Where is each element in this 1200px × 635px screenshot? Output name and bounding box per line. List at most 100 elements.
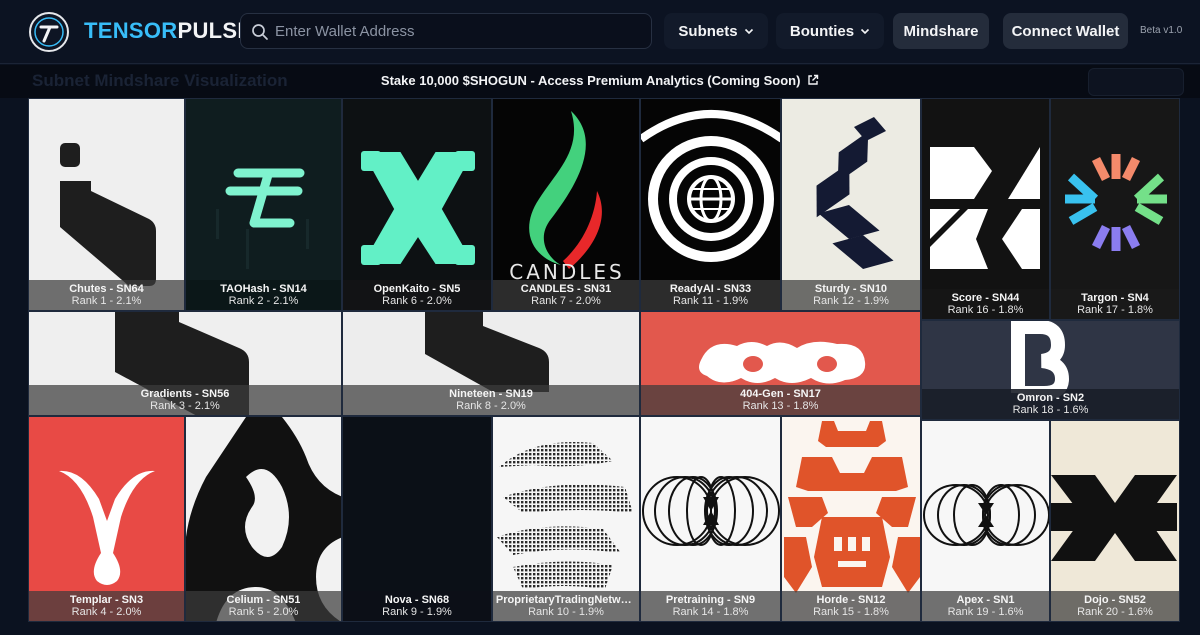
subnet-rank: Rank 11 - 1.9% [672,295,748,307]
subnet-rank: Rank 1 - 2.1% [71,295,142,307]
subnet-tile-score[interactable]: Score - SN44 Rank 16 - 1.8% [921,98,1050,320]
subnet-tile-sturdy[interactable]: Sturdy - SN10 Rank 12 - 1.9% [781,98,921,311]
brand-part-tensor: TENSOR [84,18,178,43]
subnet-rank: Rank 18 - 1.6% [1012,404,1089,416]
tile-caption: Nineteen - SN19 Rank 8 - 2.0% [343,385,639,415]
subnets-label: Subnets [678,22,738,40]
subnet-tile-celium[interactable]: Celium - SN51 Rank 5 - 2.0% [185,416,342,622]
subnet-tile-ptn[interactable]: ProprietaryTradingNetwork - SN8 Rank 10 … [492,416,640,622]
tile-caption: Chutes - SN64 Rank 1 - 2.1% [29,280,184,310]
subnet-name: ReadyAI - SN33 [669,283,752,295]
subnet-rank: Rank 7 - 2.0% [531,295,601,307]
subnet-name: CANDLES - SN31 [520,283,612,295]
subnet-rank: Rank 15 - 1.8% [813,606,889,618]
subnet-name: Apex - SN1 [956,594,1015,606]
subnet-name: Nova - SN68 [384,594,450,606]
subnet-tile-readyai[interactable]: ReadyAI - SN33 Rank 11 - 1.9% [640,98,781,311]
bounties-dropdown-button[interactable]: Bounties [776,13,884,49]
subnet-name: Horde - SN12 [816,594,886,606]
search-icon [252,24,268,40]
mindshare-button[interactable]: Mindshare [893,13,989,49]
subnet-name: ProprietaryTradingNetwork - SN8 [495,594,637,606]
subnet-name: Templar - SN3 [69,594,144,606]
subnet-name: TAOHash - SN14 [220,283,307,295]
chevron-down-icon [744,28,753,35]
wallet-search-box[interactable] [240,13,652,49]
tile-caption: ReadyAI - SN33 Rank 11 - 1.9% [641,280,780,310]
subnet-tile-nineteen[interactable]: Nineteen - SN19 Rank 8 - 2.0% [342,311,640,416]
subnet-tile-targon[interactable]: Targon - SN4 Rank 17 - 1.8% [1050,98,1180,320]
subnet-name: Nineteen - SN19 [449,388,533,400]
subnet-rank: Rank 13 - 1.8% [742,400,819,412]
subnet-name: Pretraining - SN9 [665,594,756,606]
top-navbar: TENSORPULSE Subnets Bounties Mindshare C… [0,0,1200,64]
subnet-rank: Rank 9 - 1.9% [382,606,452,618]
tile-caption: OpenKaito - SN5 Rank 6 - 2.0% [343,280,491,310]
tile-caption: Omron - SN2 Rank 18 - 1.6% [922,389,1179,419]
brand-wordmark[interactable]: TENSORPULSE [84,18,252,44]
subnet-rank: Rank 20 - 1.6% [1077,606,1153,618]
subnet-tile-openkaito[interactable]: OpenKaito - SN5 Rank 6 - 2.0% [342,98,492,311]
subnet-name: Targon - SN4 [1081,292,1149,304]
subnets-dropdown-button[interactable]: Subnets [664,13,768,49]
subnet-tile-pretraining[interactable]: Pretraining - SN9 Rank 14 - 1.8% [640,416,781,622]
subnet-rank: Rank 16 - 1.8% [947,304,1024,316]
promo-text: Stake 10,000 $SHOGUN - Access Premium An… [380,73,801,88]
subnet-tile-chutes[interactable]: Chutes - SN64 Rank 1 - 2.1% [28,98,185,311]
subnet-tile-nova[interactable]: Nova - SN68 Rank 9 - 1.9% [342,416,492,622]
connect-wallet-button[interactable]: Connect Wallet [1003,13,1128,49]
subnet-rank: Rank 3 - 2.1% [150,400,220,412]
connect-wallet-label: Connect Wallet [1011,22,1120,40]
subnet-name: OpenKaito - SN5 [373,283,461,295]
tile-caption: Apex - SN1 Rank 19 - 1.6% [922,591,1049,621]
subnet-rank: Rank 8 - 2.0% [456,400,526,412]
subnet-tile-taohash[interactable]: TAOHash - SN14 Rank 2 - 2.1% [185,98,342,311]
tile-caption: TAOHash - SN14 Rank 2 - 2.1% [186,280,341,310]
tile-caption: Celium - SN51 Rank 5 - 2.0% [186,591,341,621]
subnet-tile-dojo[interactable]: Dojo - SN52 Rank 20 - 1.6% [1050,420,1180,622]
subnet-rank: Rank 10 - 1.9% [528,606,604,618]
subnet-name: Celium - SN51 [226,594,301,606]
subnet-rank: Rank 19 - 1.6% [947,606,1024,618]
subnet-name: Dojo - SN52 [1084,594,1146,606]
subnet-tile-404gen[interactable]: 404-Gen - SN17 Rank 13 - 1.8% [640,311,921,416]
subnet-rank: Rank 4 - 2.0% [71,606,142,618]
subnet-rank: Rank 14 - 1.8% [672,606,749,618]
subnet-name: 404-Gen - SN17 [740,388,821,400]
subnet-tile-gradients[interactable]: Gradients - SN56 Rank 3 - 2.1% [28,311,342,416]
subnet-tile-omron[interactable]: Omron - SN2 Rank 18 - 1.6% [921,320,1180,420]
mindshare-treemap: Chutes - SN64 Rank 1 - 2.1% TAOHash - SN… [28,98,1180,622]
subnet-rank: Rank 12 - 1.9% [813,295,889,307]
external-link-icon [808,74,819,85]
subnet-rank: Rank 2 - 2.1% [228,295,299,307]
subnet-rank: Rank 5 - 2.0% [228,606,299,618]
tile-caption: Templar - SN3 Rank 4 - 2.0% [29,591,184,621]
subnet-name: Gradients - SN56 [140,388,230,400]
tile-caption: Nova - SN68 Rank 9 - 1.9% [343,591,491,621]
tile-caption: ProprietaryTradingNetwork - SN8 Rank 10 … [493,591,639,621]
tensorpulse-logo-icon[interactable] [28,11,70,53]
wallet-address-input[interactable] [275,14,645,48]
subnet-name: Sturdy - SN10 [814,283,888,295]
subnet-tile-horde[interactable]: Horde - SN12 Rank 15 - 1.8% [781,416,921,622]
subnet-tile-templar[interactable]: Templar - SN3 Rank 4 - 2.0% [28,416,185,622]
tile-caption: Horde - SN12 Rank 15 - 1.8% [782,591,920,621]
tile-caption: Score - SN44 Rank 16 - 1.8% [922,289,1049,319]
subnet-tile-apex[interactable]: Apex - SN1 Rank 19 - 1.6% [921,420,1050,622]
subnet-rank: Rank 6 - 2.0% [382,295,452,307]
subnet-tile-candles[interactable]: CANDLES CANDLES - SN31 Rank 7 - 2.0% [492,98,640,311]
subnet-name: Chutes - SN64 [69,283,144,295]
tile-caption: 404-Gen - SN17 Rank 13 - 1.8% [641,385,920,415]
targon-logo [1065,154,1167,251]
tile-caption: Dojo - SN52 Rank 20 - 1.6% [1051,591,1179,621]
subnet-rank: Rank 17 - 1.8% [1077,304,1153,316]
score-logo [930,147,1040,269]
tile-caption: Targon - SN4 Rank 17 - 1.8% [1051,289,1179,319]
version-badge: Beta v1.0 [1140,25,1183,36]
chevron-down-icon [861,28,870,35]
bounties-label: Bounties [789,22,855,40]
tile-caption: Sturdy - SN10 Rank 12 - 1.9% [782,280,920,310]
stake-promo-banner[interactable]: Stake 10,000 $SHOGUN - Access Premium An… [0,73,1200,88]
tile-caption: Pretraining - SN9 Rank 14 - 1.8% [641,591,780,621]
subnet-name: Score - SN44 [951,292,1020,304]
